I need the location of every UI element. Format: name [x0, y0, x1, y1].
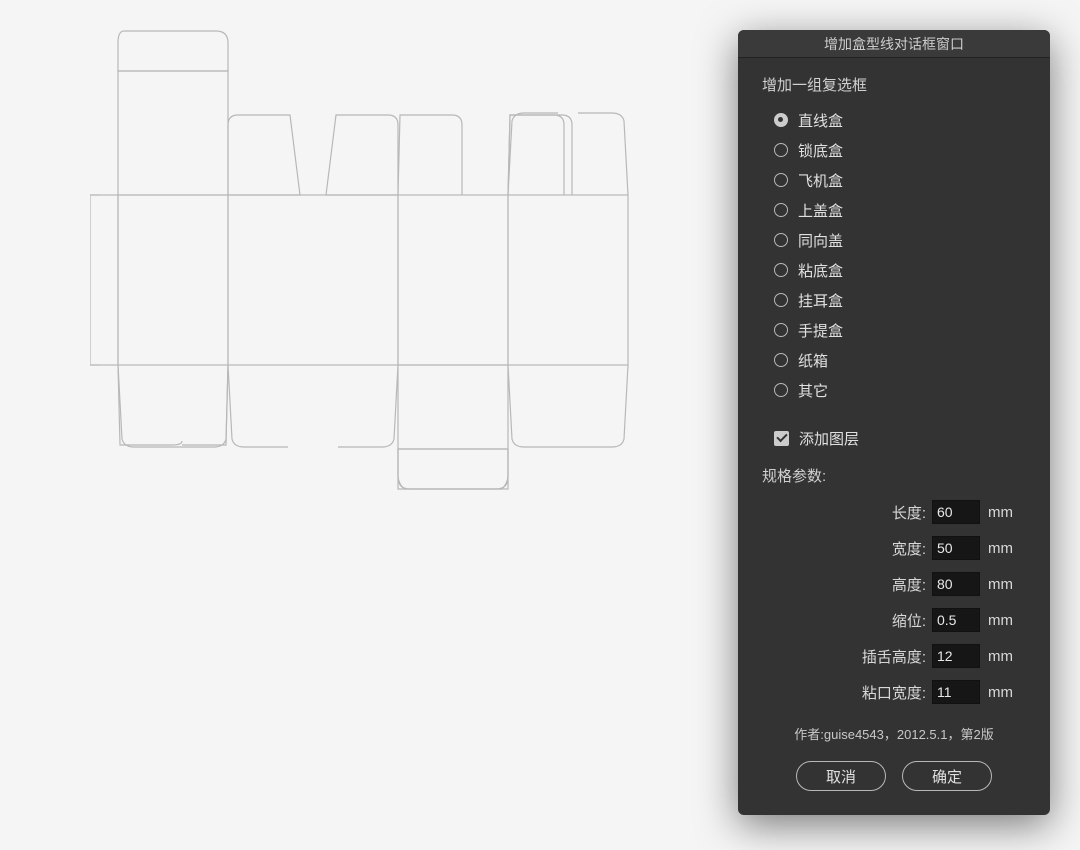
param-row-glue-width: 粘口宽度: mm	[762, 680, 1026, 704]
param-row-shrink: 缩位: mm	[762, 608, 1026, 632]
param-unit: mm	[988, 612, 1018, 629]
param-name: 长度:	[892, 502, 926, 523]
radio-label: 锁底盒	[798, 140, 843, 161]
param-row-length: 长度: mm	[762, 500, 1026, 524]
radio-label: 纸箱	[798, 350, 828, 371]
radio-group-label: 增加一组复选框	[762, 74, 1026, 95]
radio-icon	[774, 383, 788, 397]
length-input[interactable]	[932, 500, 980, 524]
radio-icon	[774, 143, 788, 157]
author-info: 作者:guise4543，2012.5.1，第2版	[762, 724, 1026, 743]
radio-icon	[774, 353, 788, 367]
dialog-body: 增加一组复选框 直线盒 锁底盒 飞机盒 上盖盒 同向盖	[738, 58, 1050, 815]
box-type-radio-group: 直线盒 锁底盒 飞机盒 上盖盒 同向盖 粘底盒	[762, 105, 1026, 405]
radio-label: 粘底盒	[798, 260, 843, 281]
param-name: 粘口宽度:	[862, 682, 926, 703]
radio-lock-bottom-box[interactable]: 锁底盒	[774, 135, 1026, 165]
checkbox-label: 添加图层	[799, 428, 859, 449]
shrink-input[interactable]	[932, 608, 980, 632]
radio-icon	[774, 323, 788, 337]
canvas-area	[0, 0, 700, 850]
radio-airplane-box[interactable]: 飞机盒	[774, 165, 1026, 195]
dialog-buttons: 取消 确定	[762, 761, 1026, 797]
radio-same-direction-lid[interactable]: 同向盖	[774, 225, 1026, 255]
radio-label: 直线盒	[798, 110, 843, 131]
radio-top-lid-box[interactable]: 上盖盒	[774, 195, 1026, 225]
param-name: 缩位:	[892, 610, 926, 631]
radio-label: 上盖盒	[798, 200, 843, 221]
checkbox-icon	[774, 431, 789, 446]
param-name: 插舌高度:	[862, 646, 926, 667]
radio-straight-box[interactable]: 直线盒	[774, 105, 1026, 135]
add-layer-checkbox[interactable]: 添加图层	[762, 423, 1026, 453]
radio-carton[interactable]: 纸箱	[774, 345, 1026, 375]
radio-icon	[774, 113, 788, 127]
radio-icon	[774, 173, 788, 187]
param-unit: mm	[988, 540, 1018, 557]
radio-icon	[774, 203, 788, 217]
glue-width-input[interactable]	[932, 680, 980, 704]
radio-label: 其它	[798, 380, 828, 401]
param-row-tuck-height: 插舌高度: mm	[762, 644, 1026, 668]
confirm-button[interactable]: 确定	[902, 761, 992, 791]
radio-label: 挂耳盒	[798, 290, 843, 311]
params-section-label: 规格参数:	[762, 465, 1026, 486]
cancel-button[interactable]: 取消	[796, 761, 886, 791]
param-row-width: 宽度: mm	[762, 536, 1026, 560]
param-name: 宽度:	[892, 538, 926, 559]
box-dieline-diagram	[90, 25, 650, 505]
param-unit: mm	[988, 576, 1018, 593]
radio-icon	[774, 263, 788, 277]
height-input[interactable]	[932, 572, 980, 596]
box-type-dialog: 增加盒型线对话框窗口 增加一组复选框 直线盒 锁底盒 飞机盒 上盖盒 同向盖	[738, 30, 1050, 815]
width-input[interactable]	[932, 536, 980, 560]
radio-label: 手提盒	[798, 320, 843, 341]
param-name: 高度:	[892, 574, 926, 595]
radio-hang-ear-box[interactable]: 挂耳盒	[774, 285, 1026, 315]
param-unit: mm	[988, 504, 1018, 521]
radio-label: 飞机盒	[798, 170, 843, 191]
radio-handbag-box[interactable]: 手提盒	[774, 315, 1026, 345]
radio-label: 同向盖	[798, 230, 843, 251]
param-row-height: 高度: mm	[762, 572, 1026, 596]
check-icon	[776, 431, 787, 442]
radio-other[interactable]: 其它	[774, 375, 1026, 405]
param-unit: mm	[988, 684, 1018, 701]
dialog-title: 增加盒型线对话框窗口	[738, 30, 1050, 58]
tuck-height-input[interactable]	[932, 644, 980, 668]
param-unit: mm	[988, 648, 1018, 665]
radio-icon	[774, 293, 788, 307]
radio-glue-bottom-box[interactable]: 粘底盒	[774, 255, 1026, 285]
radio-icon	[774, 233, 788, 247]
